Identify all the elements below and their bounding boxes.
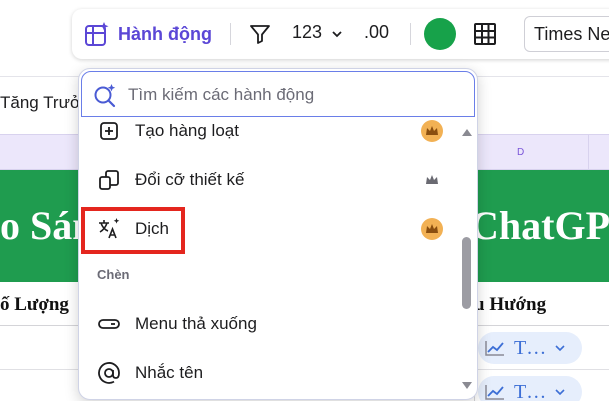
search-sparkle-icon — [94, 84, 116, 108]
dropdown-menu-icon — [98, 319, 120, 329]
menu-scrollbar[interactable] — [457, 119, 477, 399]
chevron-down-icon — [555, 345, 565, 352]
app-root: Tăng Trưở D o Sán ChatGP ố Lượng u Hướng… — [0, 0, 609, 401]
scroll-down-arrow-icon[interactable] — [461, 381, 473, 391]
header-cell-quantity[interactable]: ố Lượng — [0, 294, 69, 316]
section-label-insert: Chèn — [97, 267, 130, 282]
number-format-button[interactable]: 123 — [292, 22, 322, 43]
crown-icon — [426, 175, 438, 184]
column-separator[interactable] — [588, 135, 589, 171]
actions-label: Hành động — [118, 23, 212, 44]
search-input[interactable] — [128, 83, 458, 107]
toolbar-divider — [410, 23, 411, 45]
menu-item-label: Tạo hàng loạt — [135, 121, 239, 140]
menu-item-label: Nhắc tên — [135, 363, 204, 382]
chevron-down-icon — [555, 389, 565, 396]
header-cell-trend[interactable]: u Hướng — [474, 294, 546, 316]
actions-grid-sparkle-icon — [85, 22, 109, 46]
menu-item-bulk-create[interactable]: Tạo hàng loạt — [79, 107, 459, 155]
scrollbar-thumb[interactable] — [462, 237, 471, 309]
floating-toolbar: Hành động 123 .00 Times New Roman — [72, 9, 609, 59]
fill-color-swatch[interactable] — [424, 18, 456, 50]
banner-title-right: ChatGP — [470, 203, 609, 248]
menu-item-resize[interactable]: Đổi cỡ thiết kế — [79, 156, 459, 204]
chevron-down-icon[interactable] — [330, 27, 344, 41]
font-family-select[interactable]: Times New Roman — [524, 16, 609, 52]
trend-pill-text: T… — [514, 336, 547, 359]
chart-line-icon — [485, 341, 504, 356]
actions-button[interactable]: Hành động — [84, 19, 212, 49]
pro-crown-icon — [421, 120, 443, 142]
borders-grid-icon[interactable] — [472, 21, 498, 47]
chart-line-icon — [485, 385, 504, 400]
scroll-up-arrow-icon[interactable] — [461, 127, 473, 137]
toolbar-divider — [230, 23, 231, 45]
bulk-create-icon — [100, 122, 118, 140]
highlight-annotation-box — [81, 207, 185, 254]
filter-icon[interactable] — [248, 22, 272, 46]
trend-pill-text: T… — [514, 380, 547, 401]
menu-item-label: Menu thả xuống — [135, 314, 257, 333]
decimal-format-button[interactable]: .00 — [364, 22, 389, 43]
trend-dropdown-pill[interactable]: T… — [478, 332, 582, 364]
trend-dropdown-pill[interactable]: T… — [478, 376, 582, 401]
menu-item-dropdown-menu[interactable]: Menu thả xuống — [79, 300, 459, 348]
resize-icon — [99, 170, 119, 190]
mention-icon — [98, 362, 120, 384]
document-title[interactable]: Tăng Trưở — [0, 93, 81, 113]
menu-item-label: Đổi cỡ thiết kế — [135, 170, 245, 189]
menu-item-mention[interactable]: Nhắc tên — [79, 349, 459, 397]
column-d-label[interactable]: D — [517, 147, 524, 158]
pro-crown-icon — [421, 218, 443, 240]
